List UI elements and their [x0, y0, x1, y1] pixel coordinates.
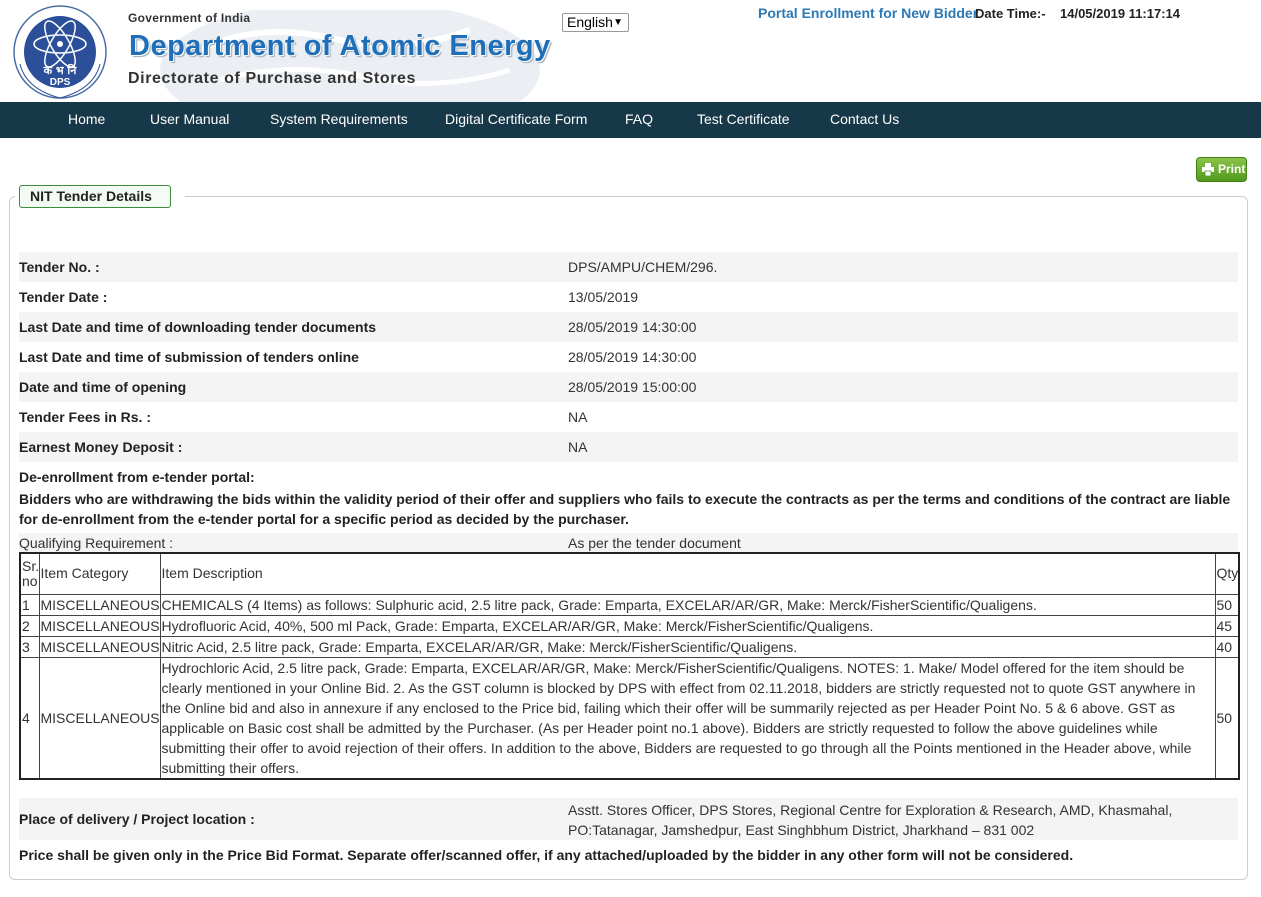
table-row: 3 MISCELLANEOUS Nitric Acid, 2.5 litre p… — [19, 635, 1240, 658]
cell-sr: 4 — [19, 656, 40, 779]
header-qty: Qty — [1214, 552, 1240, 595]
nav-test-certificate[interactable]: Test Certificate — [697, 102, 790, 137]
detail-row-tender-date: Tender Date : 13/05/2019 — [19, 282, 1238, 312]
main-nav: Home User Manual System Requirements Dig… — [0, 102, 1261, 138]
language-select-value: English — [567, 14, 613, 30]
panel-title: NIT Tender Details — [19, 185, 171, 208]
detail-value: 28/05/2019 14:30:00 — [568, 349, 697, 365]
cell-category: MISCELLANEOUS — [38, 635, 161, 658]
nav-user-manual[interactable]: User Manual — [150, 102, 229, 137]
nav-system-requirements[interactable]: System Requirements — [270, 102, 408, 137]
cell-qty: 50 — [1214, 593, 1240, 616]
cell-description: Nitric Acid, 2.5 litre pack, Grade: Empa… — [159, 635, 1216, 658]
table-row: 2 MISCELLANEOUS Hydrofluoric Acid, 40%, … — [19, 614, 1240, 637]
site-header: क भ नि DPS Government of India Departmen… — [0, 0, 1261, 102]
nav-home[interactable]: Home — [68, 102, 105, 137]
header-item-description: Item Description — [159, 552, 1216, 595]
header-item-category: Item Category — [38, 552, 161, 595]
nav-faq[interactable]: FAQ — [625, 102, 653, 137]
department-title: Department of Atomic Energy — [129, 30, 551, 62]
detail-value: 13/05/2019 — [568, 289, 639, 305]
detail-label: Date and time of opening — [19, 379, 187, 395]
datetime-label: Date Time:- — [975, 6, 1046, 21]
detail-label: Tender Fees in Rs. : — [19, 409, 151, 425]
cell-category: MISCELLANEOUS — [38, 656, 161, 779]
cell-description: CHEMICALS (4 Items) as follows: Sulphuri… — [159, 593, 1216, 616]
directorate-subtitle: Directorate of Purchase and Stores — [128, 70, 417, 87]
detail-label: Tender Date : — [19, 289, 108, 305]
delivery-value: Asstt. Stores Officer, DPS Stores, Regio… — [568, 802, 1173, 838]
qualifying-label: Qualifying Requirement : — [19, 535, 174, 551]
cell-qty: 50 — [1214, 656, 1240, 779]
detail-value: 28/05/2019 15:00:00 — [568, 379, 697, 395]
qualifying-value: As per the tender document — [568, 535, 741, 551]
printer-icon — [1202, 163, 1214, 176]
items-table: Sr. no Item Category Item Description Qt… — [19, 552, 1240, 780]
header-sr-no: Sr. no — [19, 552, 40, 595]
delivery-label: Place of delivery / Project location : — [19, 811, 255, 827]
delivery-location-row: Place of delivery / Project location : A… — [19, 798, 1238, 840]
table-header-row: Sr. no Item Category Item Description Qt… — [19, 552, 1240, 595]
qualifying-requirement-row: Qualifying Requirement : As per the tend… — [19, 533, 1238, 553]
detail-label: Last Date and time of submission of tend… — [19, 349, 359, 365]
detail-value: NA — [568, 409, 588, 425]
cell-qty: 40 — [1214, 635, 1240, 658]
detail-row-tender-no: Tender No. : DPS/AMPU/CHEM/296. — [19, 252, 1238, 282]
cell-category: MISCELLANEOUS — [38, 614, 161, 637]
datetime-value: 14/05/2019 11:17:14 — [1060, 6, 1180, 21]
cell-description: Hydrochloric Acid, 2.5 litre pack, Grade… — [159, 656, 1216, 779]
table-row: 4 MISCELLANEOUS Hydrochloric Acid, 2.5 l… — [19, 656, 1240, 779]
detail-value: 28/05/2019 14:30:00 — [568, 319, 697, 335]
table-row: 1 MISCELLANEOUS CHEMICALS (4 Items) as f… — [19, 593, 1240, 616]
detail-row-opening-date: Date and time of opening 28/05/2019 15:0… — [19, 372, 1238, 402]
deenrollment-title: De-enrollment from e-tender portal: — [19, 469, 255, 485]
cell-sr: 2 — [19, 614, 40, 637]
print-button[interactable]: Print — [1196, 157, 1247, 182]
print-label: Print — [1218, 162, 1246, 176]
detail-value: DPS/AMPU/CHEM/296. — [568, 259, 718, 275]
cell-qty: 45 — [1214, 614, 1240, 637]
deenrollment-text: Bidders who are withdrawing the bids wit… — [19, 491, 1231, 527]
dps-logo-icon: क भ नि DPS — [13, 5, 107, 99]
detail-value: NA — [568, 439, 588, 455]
cell-category: MISCELLANEOUS — [38, 593, 161, 616]
nav-contact-us[interactable]: Contact Us — [830, 102, 899, 137]
svg-text:क भ नि: क भ नि — [43, 63, 78, 77]
portal-enrollment-link[interactable]: Portal Enrollment for New Bidder — [758, 5, 978, 21]
dropdown-arrow-icon: ▼ — [613, 17, 623, 28]
detail-row-tender-fees: Tender Fees in Rs. : NA — [19, 402, 1238, 432]
cell-sr: 1 — [19, 593, 40, 616]
svg-text:DPS: DPS — [50, 77, 71, 88]
language-select[interactable]: English ▼ — [562, 13, 629, 32]
detail-row-emd: Earnest Money Deposit : NA — [19, 432, 1238, 462]
detail-label: Last Date and time of downloading tender… — [19, 319, 377, 335]
detail-label: Tender No. : — [19, 259, 100, 275]
nav-digital-certificate-form[interactable]: Digital Certificate Form — [445, 102, 587, 137]
cell-description: Hydrofluoric Acid, 40%, 500 ml Pack, Gra… — [159, 614, 1216, 637]
price-bid-note: Price shall be given only in the Price B… — [19, 847, 1074, 863]
detail-row-submission-deadline: Last Date and time of submission of tend… — [19, 342, 1238, 372]
cell-sr: 3 — [19, 635, 40, 658]
government-label: Government of India — [128, 11, 251, 25]
detail-label: Earnest Money Deposit : — [19, 439, 183, 455]
detail-row-download-deadline: Last Date and time of downloading tender… — [19, 312, 1238, 342]
